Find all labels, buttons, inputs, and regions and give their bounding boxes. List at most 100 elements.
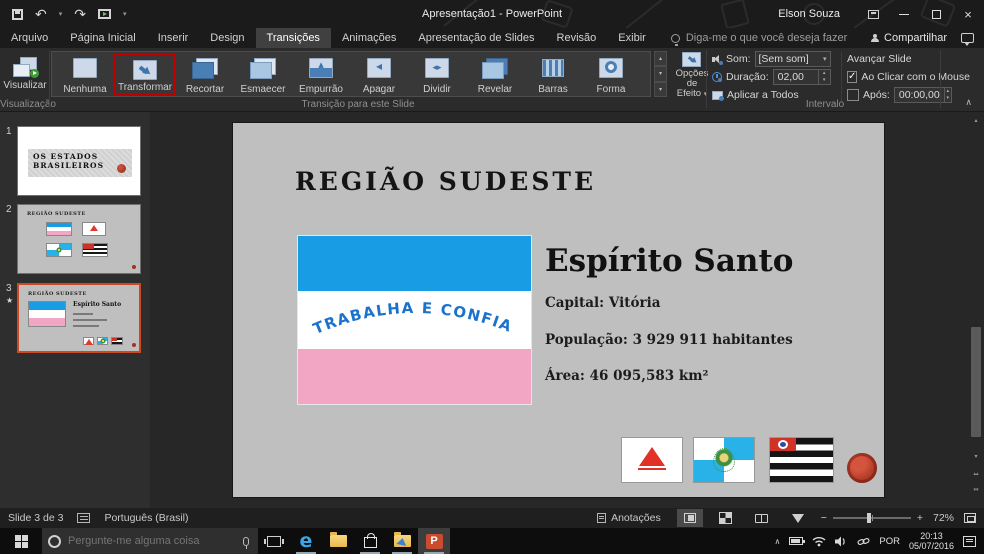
notes-button[interactable]: Anotações <box>591 510 667 526</box>
tab-arquivo[interactable]: Arquivo <box>0 28 59 48</box>
slide-title[interactable]: REGIÃO SUDESTE <box>295 167 596 196</box>
tab-animacoes[interactable]: Animações <box>331 28 407 48</box>
connectivity-icon[interactable] <box>857 536 870 547</box>
language-label[interactable]: Português (Brasil) <box>104 512 188 524</box>
sao-paulo-flag[interactable] <box>769 437 834 483</box>
minimize-button[interactable] <box>888 0 920 28</box>
store-button[interactable] <box>354 528 386 554</box>
battery-icon[interactable] <box>789 537 806 545</box>
vertical-scrollbar[interactable]: ▴ ▾ ▴▴ ▾▾ <box>970 112 982 508</box>
transition-apagar[interactable]: ◂ Apagar <box>350 53 408 95</box>
tab-revisao[interactable]: Revisão <box>546 28 608 48</box>
transition-icon-push: ▴ <box>304 57 338 82</box>
sound-dropdown[interactable]: [Sem som] ▾ <box>754 51 831 67</box>
normal-view-button[interactable] <box>676 509 703 527</box>
action-center-icon[interactable] <box>963 535 976 547</box>
transition-revelar[interactable]: Revelar <box>466 53 524 95</box>
edge-button[interactable]: e <box>290 528 322 554</box>
wax-seal[interactable] <box>847 453 877 483</box>
area-line[interactable]: Área: 46 095,583 km² <box>545 368 708 384</box>
documents-folder-button[interactable] <box>386 528 418 554</box>
folder-with-document-icon <box>393 532 411 547</box>
fit-slide-to-window-icon[interactable] <box>964 513 976 523</box>
tab-inserir[interactable]: Inserir <box>147 28 200 48</box>
search-input[interactable] <box>68 535 236 547</box>
gallery-scroll-up-icon[interactable]: ▴ <box>654 51 667 67</box>
customize-qat-icon[interactable]: ▾ <box>123 10 127 18</box>
spinner-arrows[interactable]: ▴ ▾ <box>817 70 830 84</box>
transition-barras[interactable]: Barras <box>524 53 582 95</box>
next-slide-icon[interactable]: ▾▾ <box>970 484 982 496</box>
preview-button[interactable]: Visualizar <box>3 50 47 98</box>
zoom-slider-handle[interactable] <box>867 513 872 523</box>
comments-icon[interactable] <box>961 33 974 46</box>
duration-spinner[interactable]: 02,00 ▴ ▾ <box>772 69 831 85</box>
close-button[interactable]: × <box>952 0 984 28</box>
tab-exibir[interactable]: Exibir <box>607 28 657 48</box>
keyboard-language-indicator[interactable]: POR <box>879 536 900 547</box>
redo-icon[interactable]: ↷ <box>74 7 86 21</box>
rio-de-janeiro-flag[interactable] <box>693 437 755 483</box>
ribbon: Visualizar Visualização Nenhuma Transfor… <box>0 48 984 112</box>
file-explorer-button[interactable] <box>322 528 354 554</box>
share-button[interactable]: Compartilhar <box>871 32 947 44</box>
proofing-language-icon[interactable] <box>77 513 91 523</box>
transition-recortar[interactable]: Recortar <box>176 53 234 95</box>
slideshow-view-button[interactable] <box>785 509 811 527</box>
transition-transformar[interactable]: Transformar <box>114 53 176 95</box>
previous-slide-icon[interactable]: ▴▴ <box>970 468 982 480</box>
slide-editing-area[interactable]: REGIÃO SUDESTE TRABALHA E CONFIA Espírit… <box>233 123 884 497</box>
transition-forma[interactable]: Forma <box>582 53 640 95</box>
ribbon-display-options-icon[interactable] <box>858 0 888 28</box>
scroll-up-icon[interactable]: ▴ <box>970 114 982 126</box>
slide-thumbnail-3-selected[interactable]: REGIÃO SUDESTE Espírito Santo <box>17 283 141 353</box>
capital-line[interactable]: Capital: Vitória <box>545 295 660 311</box>
show-hidden-icons-chevron[interactable]: ∧ <box>775 537 781 546</box>
slide-thumbnail-2[interactable]: REGIÃO SUDESTE <box>17 204 141 274</box>
task-view-button[interactable] <box>258 528 290 554</box>
microphone-icon[interactable] <box>243 536 249 549</box>
powerpoint-button[interactable]: P <box>418 528 450 554</box>
volume-icon[interactable] <box>835 536 848 547</box>
espirito-santo-flag[interactable]: TRABALHA E CONFIA <box>297 235 532 405</box>
slide-counter[interactable]: Slide 3 de 3 <box>8 512 63 524</box>
gallery-more-icon[interactable]: ▾ <box>654 81 667 97</box>
state-name[interactable]: Espírito Santo <box>545 243 793 279</box>
cortana-search-box[interactable] <box>42 528 258 554</box>
slide-thumbnail-1[interactable]: OS ESTADOS BRASILEIROS <box>17 126 141 196</box>
minas-gerais-flag-mini <box>82 222 106 236</box>
spinner-arrows[interactable]: ▴ ▾ <box>943 88 951 102</box>
undo-icon[interactable]: ↶ <box>35 7 47 21</box>
wifi-icon[interactable] <box>812 536 826 547</box>
tell-me-box[interactable]: Diga-me o que você deseja fazer <box>670 28 847 48</box>
zoom-out-icon[interactable]: − <box>821 512 827 524</box>
reading-view-button[interactable] <box>749 509 775 527</box>
start-button[interactable] <box>0 528 42 554</box>
on-click-checkbox[interactable]: ✓ <box>847 71 858 83</box>
save-icon[interactable] <box>12 8 23 20</box>
tab-apresentacao-de-slides[interactable]: Apresentação de Slides <box>407 28 545 48</box>
population-line[interactable]: População: 3 929 911 habitantes <box>545 332 793 348</box>
transition-empurrao[interactable]: ▴ Empurrão <box>292 53 350 95</box>
tab-design[interactable]: Design <box>199 28 255 48</box>
zoom-in-icon[interactable]: + <box>917 512 923 524</box>
scroll-down-icon[interactable]: ▾ <box>970 450 982 462</box>
transition-nenhuma[interactable]: Nenhuma <box>56 53 114 95</box>
collapse-ribbon-icon[interactable]: ∧ <box>965 97 972 108</box>
zoom-slider[interactable] <box>832 513 911 523</box>
undo-dropdown-icon[interactable]: ▾ <box>59 10 63 18</box>
minas-gerais-flag[interactable] <box>621 437 683 483</box>
tab-transicoes[interactable]: Transições <box>255 28 331 48</box>
start-from-beginning-icon[interactable] <box>97 9 111 19</box>
signed-in-user[interactable]: Elson Souza <box>778 8 840 20</box>
maximize-button[interactable] <box>920 0 952 28</box>
transition-dividir[interactable]: ◂▸ Dividir <box>408 53 466 95</box>
tab-pagina-inicial[interactable]: Página Inicial <box>59 28 146 48</box>
clock[interactable]: 20:13 05/07/2016 <box>909 531 954 551</box>
zoom-percentage[interactable]: 72% <box>933 512 954 524</box>
transition-applied-star-icon[interactable]: ★ <box>6 296 13 305</box>
transition-esmaecer[interactable]: Esmaecer <box>234 53 292 95</box>
slide-sorter-view-button[interactable] <box>713 509 739 527</box>
scrollbar-thumb[interactable] <box>971 327 981 437</box>
gallery-scroll-down-icon[interactable]: ▾ <box>654 66 667 82</box>
